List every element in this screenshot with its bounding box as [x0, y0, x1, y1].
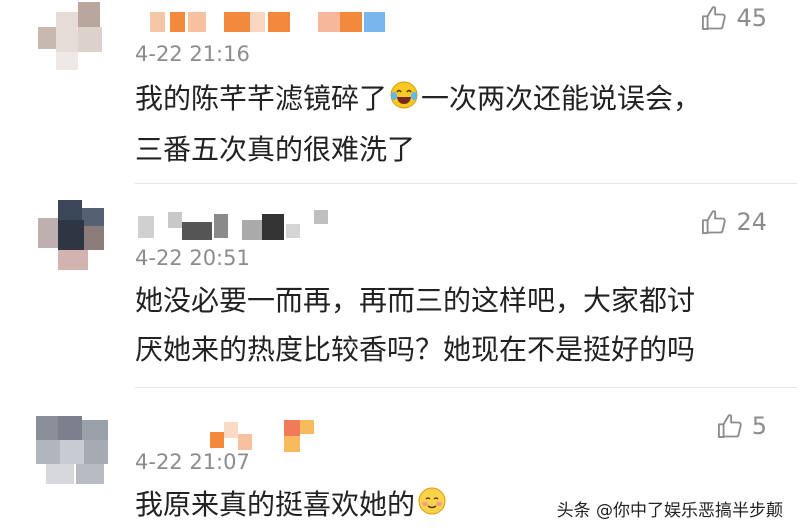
- comment-timestamp: 4-22 21:16: [135, 42, 250, 66]
- watermark-text: 头条 @你中了娱乐恶搞半步颠: [556, 501, 783, 521]
- like-count: 5: [751, 412, 767, 440]
- comment-line: 一次两次还能说误会，: [421, 82, 702, 115]
- avatar[interactable]: [36, 416, 108, 486]
- thumbs-up-icon: [700, 4, 728, 32]
- comment-line: 我原来真的挺喜欢她的: [135, 488, 416, 521]
- comment-line: 我的陈芊芊滤镜碎了: [135, 82, 388, 115]
- username[interactable]: [138, 210, 328, 244]
- comment-text: 我的陈芊芊滤镜碎了 一次两次还能说误会， 三番五次真的很难洗了: [135, 74, 701, 174]
- laughing-crying-emoji-icon: [389, 76, 419, 125]
- comment-line: 厌她来的热度比较香吗？她现在不是挺好的吗: [135, 333, 696, 366]
- thumbs-up-icon: [716, 412, 744, 440]
- watermark: 头条 @你中了娱乐恶搞半步颠: [557, 496, 783, 521]
- avatar[interactable]: [38, 2, 108, 72]
- comment-text: 我原来真的挺喜欢她的: [135, 480, 449, 531]
- divider: [135, 183, 797, 184]
- divider: [135, 387, 797, 388]
- comment-line: 她没必要一而再，再而三的这样吧，大家都讨: [135, 284, 696, 317]
- username[interactable]: [210, 420, 316, 454]
- like-count: 24: [736, 208, 767, 236]
- comment-item: 45 4-22 21:16 我的陈芊芊滤镜碎了 一次两次还能说误会， 三番五次真的…: [0, 0, 797, 185]
- comment-line: 三番五次真的很难洗了: [135, 132, 416, 166]
- like-count: 45: [736, 4, 767, 32]
- thumbs-up-icon: [700, 208, 728, 236]
- avatar[interactable]: [38, 200, 108, 270]
- comment-timestamp: 4-22 21:07: [135, 450, 250, 474]
- comment-timestamp: 4-22 20:51: [135, 246, 250, 270]
- smiling-blush-emoji-icon: [417, 482, 447, 531]
- comment-item: 24 4-22 20:51 她没必要一而再，再而三的这样吧，大家都讨 厌她来的热…: [0, 190, 797, 390]
- comment-text: 她没必要一而再，再而三的这样吧，大家都讨 厌她来的热度比较香吗？她现在不是挺好的…: [135, 276, 695, 374]
- username[interactable]: [150, 12, 385, 32]
- like-button[interactable]: 5: [716, 412, 767, 440]
- like-button[interactable]: 45: [700, 4, 767, 32]
- like-button[interactable]: 24: [700, 208, 767, 236]
